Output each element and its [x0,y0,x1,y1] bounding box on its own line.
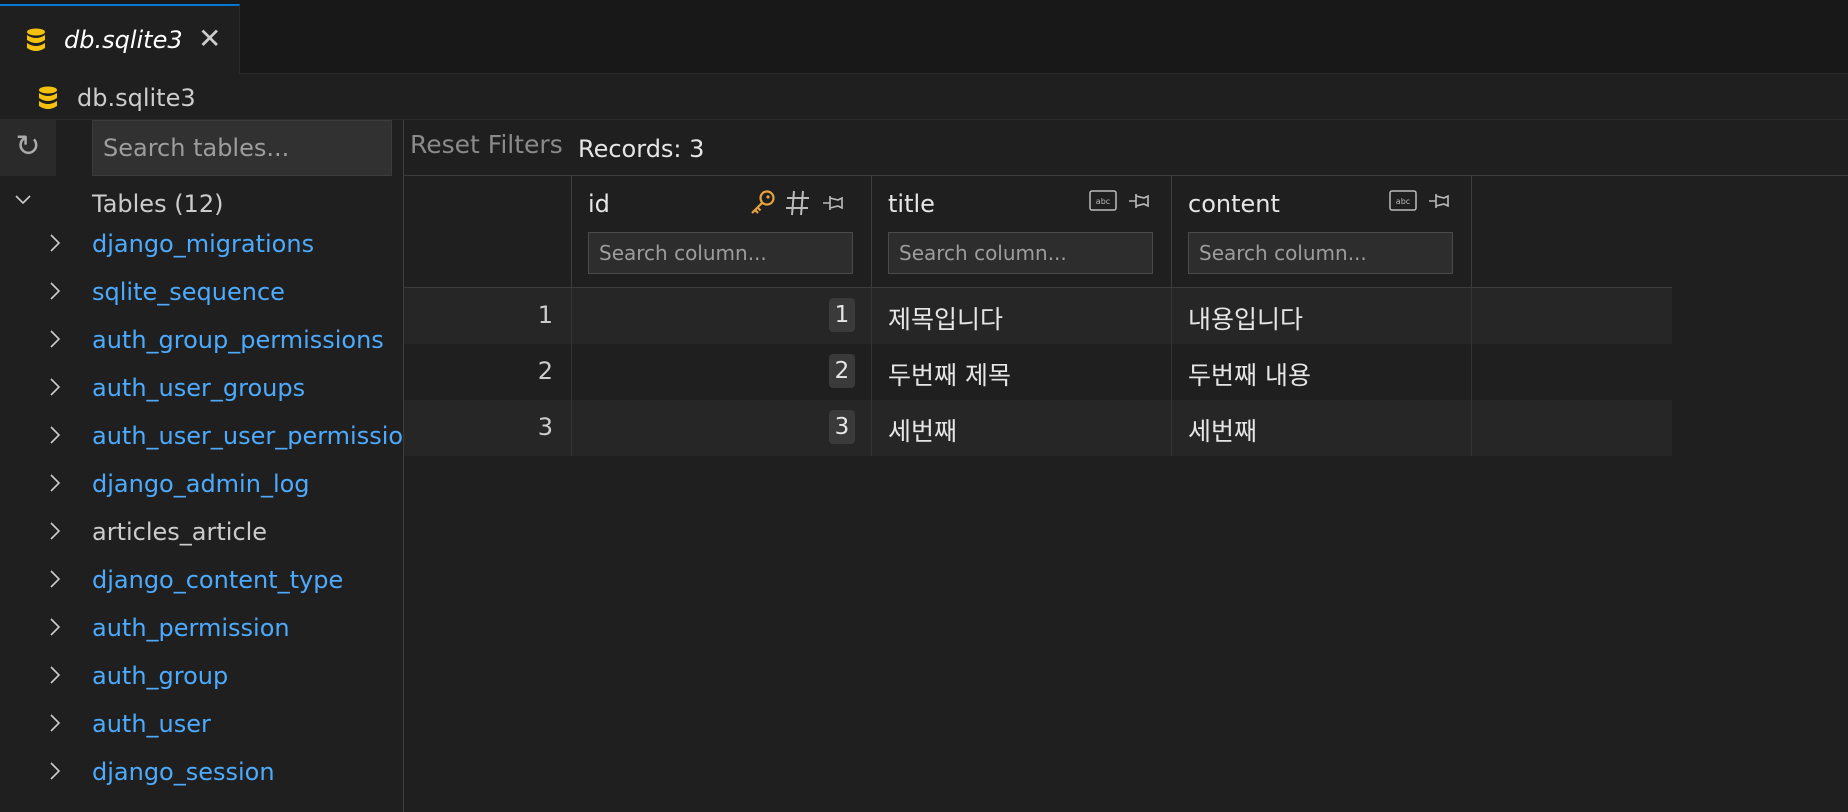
chevron-right-icon [50,522,61,540]
abc-icon: abc [1089,190,1117,211]
data-grid: id title [404,176,1672,456]
id-cell: 2 [829,354,855,388]
chevron-right-icon [50,282,61,300]
table-name: auth_user_user_permissions [92,422,404,450]
chevron-right-icon [50,714,61,732]
svg-text:abc: abc [1096,197,1110,206]
column-header-id[interactable]: id [572,176,872,288]
chevron-right-icon [50,570,61,588]
table-item[interactable]: auth_permission [0,610,403,658]
refresh-button[interactable]: ↻ [0,120,56,176]
chevron-right-icon [50,426,61,444]
table-name: django_migrations [92,230,315,258]
grid-header-row: id title [404,176,1672,288]
title-cell: 세번째 [888,417,958,446]
svg-text:abc: abc [1396,197,1410,206]
grid-toolbar: Reset Filters Records: 3 [404,120,1848,176]
close-icon[interactable]: ✕ [198,25,221,53]
table-item[interactable]: django_admin_log [0,466,403,514]
table-row[interactable]: 2 2 두번째 제목 두번째 내용 [404,344,1672,400]
tables-sidebar: ↻ Tables (12) django_migrations sqlite_s… [0,120,404,812]
table-name: articles_article [92,518,268,546]
column-search-input[interactable] [588,232,853,274]
chevron-down-icon [15,195,31,205]
column-search-input[interactable] [1188,232,1453,274]
table-item[interactable]: auth_user_user_permissions [0,418,404,466]
table-item[interactable]: django_content_type [0,562,403,610]
table-name: auth_permission [92,614,290,642]
table-name: auth_group_permissions [92,326,384,354]
column-header-title[interactable]: title abc [872,176,1172,288]
column-name: title [888,190,935,218]
tab-bar: db.sqlite3 ✕ [0,0,1848,74]
tables-group-label: Tables (12) [92,190,224,218]
table-item[interactable]: auth_user_groups [0,370,403,418]
chevron-right-icon [50,378,61,396]
key-icon [751,190,775,214]
records-count: Records: 3 [578,135,705,163]
table-name: auth_user [92,710,211,738]
pin-icon[interactable] [1124,188,1152,214]
table-name: django_session [92,758,275,786]
table-row[interactable]: 1 1 제목입니다 내용입니다 [404,288,1672,344]
chevron-right-icon [50,474,61,492]
id-cell: 1 [829,298,855,332]
content-cell: 내용입니다 [1188,305,1304,334]
title-cell: 두번째 제목 [888,361,1011,390]
title-cell: 제목입니다 [888,305,1004,334]
column-name: id [588,190,610,218]
content-cell: 두번째 내용 [1188,361,1311,390]
pin-icon[interactable] [818,190,846,216]
breadcrumb-item[interactable]: db.sqlite3 [77,84,196,112]
table-row[interactable]: 3 3 세번째 세번째 [404,400,1672,456]
id-cell: 3 [829,410,855,444]
reset-filters-button[interactable]: Reset Filters [410,130,563,159]
table-list: django_migrations sqlite_sequence auth_g… [0,226,404,802]
table-item[interactable]: auth_group [0,658,403,706]
column-name: content [1188,190,1280,218]
breadcrumb: db.sqlite3 [0,74,1848,120]
chevron-right-icon [50,666,61,684]
table-name: django_content_type [92,566,344,594]
hash-icon[interactable] [784,188,812,218]
table-view: Reset Filters Records: 3 id Search colum… [404,120,1848,812]
table-name: auth_group [92,662,229,690]
table-name: sqlite_sequence [92,278,285,306]
column-header-content[interactable]: content abc [1172,176,1472,288]
search-tables-input[interactable] [92,120,392,176]
column-search-input[interactable] [888,232,1153,274]
table-name: django_admin_log [92,470,310,498]
tab-db-sqlite3[interactable]: db.sqlite3 ✕ [0,4,240,74]
table-item[interactable]: auth_group_permissions [0,322,403,370]
filler-header [1472,176,1672,288]
tab-title: db.sqlite3 [64,26,183,54]
chevron-right-icon [50,330,61,348]
table-item[interactable]: django_migrations [0,226,403,274]
chevron-right-icon [50,618,61,636]
row-number: 3 [537,413,553,441]
table-item[interactable]: auth_user [0,706,403,754]
row-number: 1 [537,301,553,329]
row-number: 2 [537,357,553,385]
abc-icon: abc [1389,190,1417,211]
tables-group-header[interactable]: Tables (12) [0,182,403,226]
content-cell: 세번째 [1188,417,1258,446]
database-icon [39,86,57,109]
table-item[interactable]: sqlite_sequence [0,274,403,322]
row-number-header [404,176,572,288]
database-icon [27,28,45,51]
table-item[interactable]: articles_article [0,514,403,562]
pin-icon[interactable] [1424,188,1452,214]
chevron-right-icon [50,234,61,252]
table-item[interactable]: django_session [0,754,403,802]
table-name: auth_user_groups [92,374,306,402]
chevron-right-icon [50,762,61,780]
